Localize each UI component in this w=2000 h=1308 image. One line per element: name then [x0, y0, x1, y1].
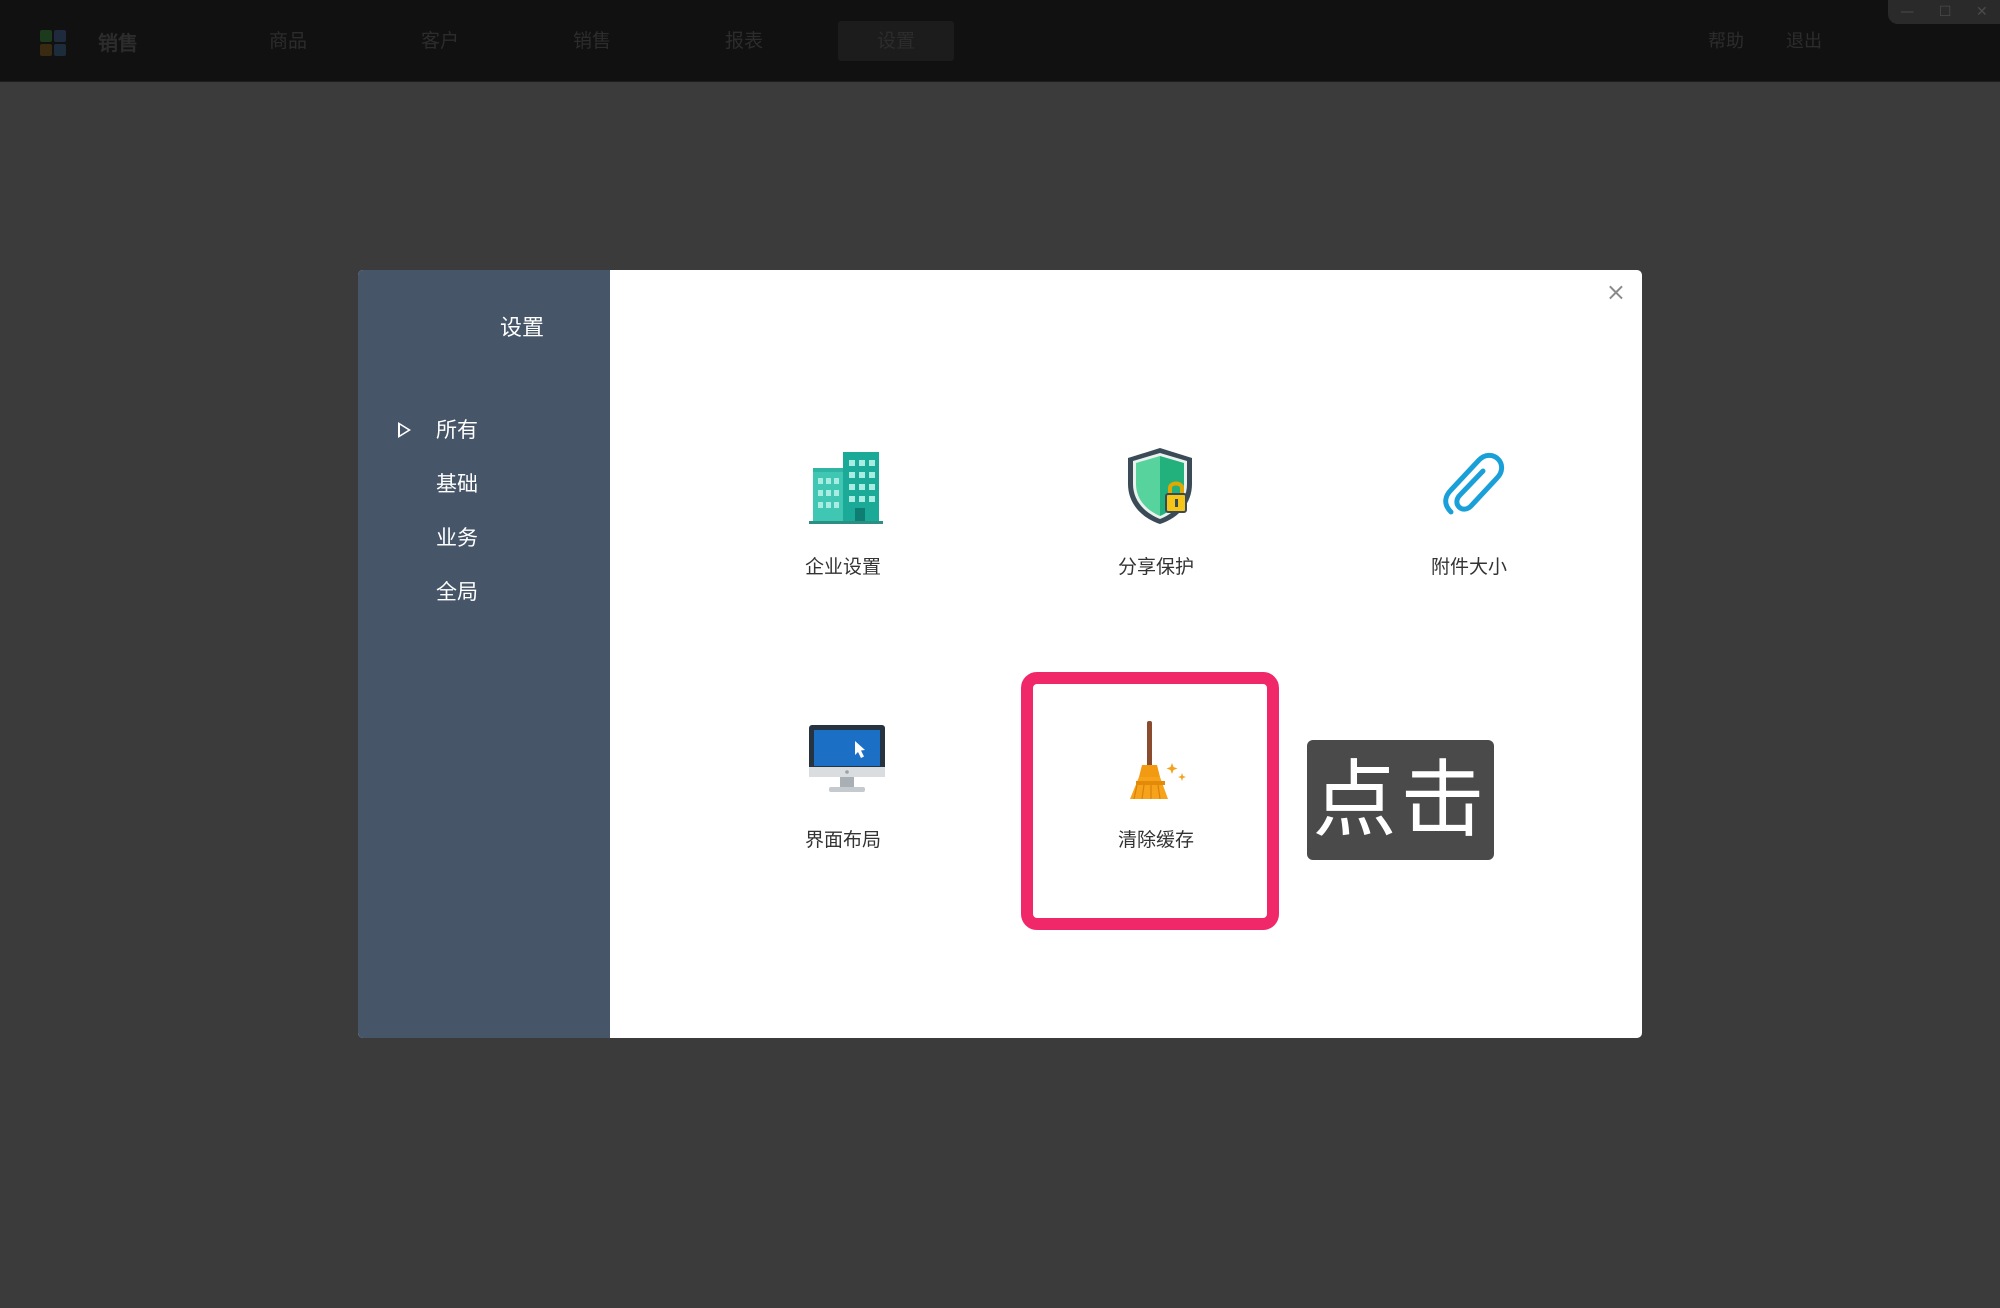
nav-item-customers[interactable]: 客户	[382, 21, 498, 61]
close-icon[interactable]: ×	[1606, 280, 1626, 304]
tile-share-protection[interactable]: 分享保护	[1031, 382, 1281, 632]
window-controls: — ☐ ✕	[1888, 0, 2000, 24]
nav-item-reports[interactable]: 报表	[686, 21, 802, 61]
help-link[interactable]: 帮助	[1708, 27, 1744, 53]
sidebar-item-global[interactable]: 全局	[358, 570, 610, 614]
maximize-icon[interactable]: ☐	[1939, 4, 1952, 20]
sidebar-item-label: 基础	[436, 472, 478, 496]
sidebar-title: 设置	[499, 316, 544, 341]
sidebar-item-basic[interactable]: 基础	[358, 462, 610, 506]
minimize-icon[interactable]: —	[1900, 4, 1914, 20]
tile-label: 分享保护	[1117, 556, 1194, 578]
settings-sidebar: 设置 所有 基础 业务 全局	[358, 270, 610, 1038]
app-logo-icon	[40, 30, 66, 56]
tile-label: 附件大小	[1430, 556, 1507, 578]
sidebar-item-all[interactable]: 所有	[358, 408, 610, 452]
shield-lock-icon	[1128, 448, 1192, 524]
sidebar-item-label: 全局	[436, 580, 478, 604]
app-brand: 销售	[98, 31, 138, 55]
click-tooltip: 点击	[1307, 740, 1494, 860]
tile-label: 企业设置	[804, 556, 881, 578]
tile-company-settings[interactable]: 企业设置	[718, 382, 968, 632]
nav-item-settings[interactable]: 设置	[838, 21, 954, 61]
tile-interface-layout[interactable]: 界面布局	[718, 655, 968, 905]
building-icon	[809, 452, 883, 524]
sidebar-item-label: 业务	[436, 526, 478, 550]
click-highlight-box	[1021, 672, 1279, 930]
tile-attachment-size[interactable]: 附件大小	[1344, 382, 1594, 632]
nav-item-sales[interactable]: 销售	[534, 21, 650, 61]
settings-modal: 设置 所有 基础 业务 全局 × 企业设置 分享保护 附件大小 界面布局 清除缓…	[358, 270, 1642, 1038]
selected-arrow-icon	[398, 422, 411, 438]
sidebar-item-label: 所有	[436, 418, 478, 442]
monitor-icon	[809, 725, 885, 792]
app-top-bar: 销售 商品 客户 销售 报表 设置 帮助 退出 — ☐ ✕	[0, 0, 2000, 82]
logout-link[interactable]: 退出	[1786, 27, 1822, 53]
nav-item-products[interactable]: 商品	[230, 21, 346, 61]
sidebar-item-business[interactable]: 业务	[358, 516, 610, 560]
close-window-icon[interactable]: ✕	[1976, 4, 1988, 20]
paperclip-icon	[1443, 452, 1505, 515]
tile-label: 界面布局	[804, 829, 881, 851]
